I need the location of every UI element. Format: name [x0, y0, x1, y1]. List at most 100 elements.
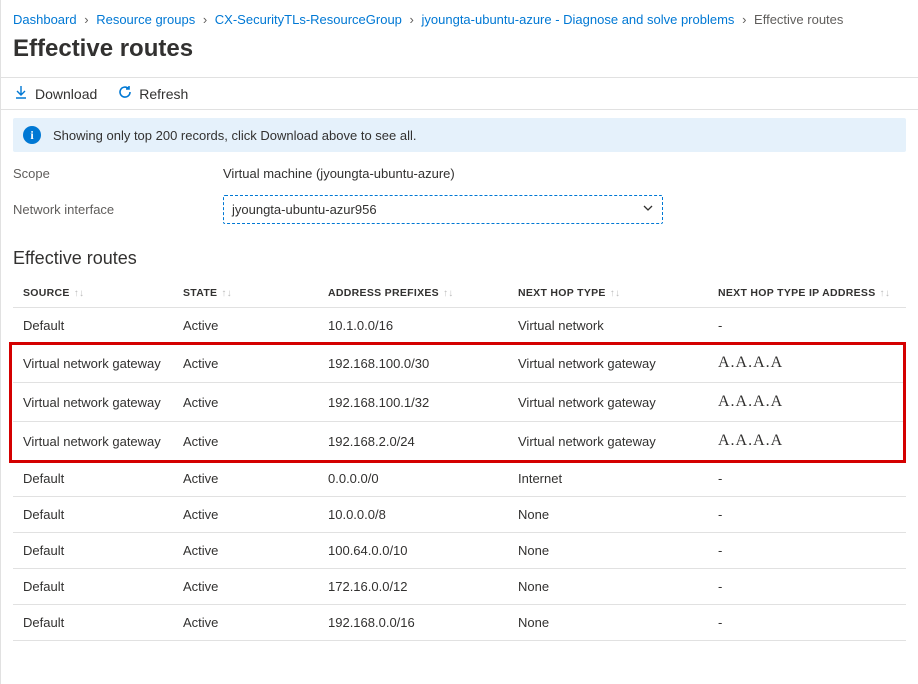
scope-label: Scope	[13, 166, 223, 181]
page-title: Effective routes	[13, 35, 906, 63]
chevron-right-icon: ›	[410, 12, 414, 27]
table-row[interactable]: DefaultActive10.0.0.0/8None-	[13, 497, 906, 533]
cell-state: Active	[173, 308, 318, 344]
sort-icon: ↑↓	[443, 288, 454, 299]
cell-nexthop: Virtual network	[508, 308, 708, 344]
refresh-label: Refresh	[139, 86, 188, 102]
download-label: Download	[35, 86, 97, 102]
cell-source: Default	[13, 533, 173, 569]
cell-state: Active	[173, 497, 318, 533]
cell-source: Default	[13, 308, 173, 344]
sort-icon: ↑↓	[880, 288, 891, 299]
cell-nhip: -	[708, 497, 906, 533]
breadcrumb-link[interactable]: Resource groups	[96, 12, 195, 27]
table-row[interactable]: Virtual network gatewayActive192.168.2.0…	[13, 422, 906, 461]
cell-prefix: 192.168.100.1/32	[318, 383, 508, 422]
info-bar: i Showing only top 200 records, click Do…	[13, 118, 906, 152]
col-source-header[interactable]: SOURCE ↑↓	[13, 279, 173, 308]
refresh-button[interactable]: Refresh	[117, 84, 188, 103]
cell-nexthop: Virtual network gateway	[508, 383, 708, 422]
col-nhip-label: NEXT HOP TYPE IP ADDRESS	[718, 287, 876, 299]
page-root: Dashboard › Resource groups › CX-Securit…	[0, 0, 918, 684]
cell-state: Active	[173, 533, 318, 569]
cell-prefix: 192.168.0.0/16	[318, 605, 508, 641]
cell-source: Virtual network gateway	[13, 344, 173, 383]
breadcrumb: Dashboard › Resource groups › CX-Securit…	[1, 8, 918, 33]
cell-prefix: 192.168.100.0/30	[318, 344, 508, 383]
col-state-header[interactable]: STATE ↑↓	[173, 279, 318, 308]
cell-source: Default	[13, 569, 173, 605]
cell-state: Active	[173, 461, 318, 497]
col-nhip-header[interactable]: NEXT HOP TYPE IP ADDRESS ↑↓	[708, 279, 906, 308]
cell-state: Active	[173, 383, 318, 422]
col-prefix-label: ADDRESS PREFIXES	[328, 287, 439, 299]
cell-nhip: -	[708, 605, 906, 641]
download-button[interactable]: Download	[13, 84, 97, 103]
cell-nhip: -	[708, 308, 906, 344]
breadcrumb-link[interactable]: CX-SecurityTLs-ResourceGroup	[215, 12, 402, 27]
cell-nexthop: None	[508, 533, 708, 569]
table-row[interactable]: DefaultActive0.0.0.0/0Internet-	[13, 461, 906, 497]
cell-nhip: -	[708, 533, 906, 569]
cell-prefix: 0.0.0.0/0	[318, 461, 508, 497]
table-row[interactable]: DefaultActive192.168.0.0/16None-	[13, 605, 906, 641]
cell-nexthop: Internet	[508, 461, 708, 497]
cell-state: Active	[173, 422, 318, 461]
sort-icon: ↑↓	[74, 288, 85, 299]
info-message: Showing only top 200 records, click Down…	[53, 128, 417, 143]
form-area: Scope Virtual machine (jyoungta-ubuntu-a…	[1, 166, 918, 242]
scope-row: Scope Virtual machine (jyoungta-ubuntu-a…	[13, 166, 906, 181]
cell-prefix: 10.0.0.0/8	[318, 497, 508, 533]
col-state-label: STATE	[183, 287, 217, 299]
cell-source: Virtual network gateway	[13, 422, 173, 461]
cell-prefix: 10.1.0.0/16	[318, 308, 508, 344]
chevron-right-icon: ›	[84, 12, 88, 27]
routes-table: SOURCE ↑↓ STATE ↑↓ ADDRESS PREFIXES ↑↓ NEXT…	[13, 279, 906, 641]
col-source-label: SOURCE	[23, 287, 70, 299]
section-title: Effective routes	[13, 248, 906, 269]
table-row[interactable]: Virtual network gatewayActive192.168.100…	[13, 344, 906, 383]
cell-nexthop: Virtual network gateway	[508, 344, 708, 383]
chevron-down-icon	[642, 202, 654, 217]
cell-nexthop: Virtual network gateway	[508, 422, 708, 461]
chevron-right-icon: ›	[203, 12, 207, 27]
cell-nhip: A.A.A.A	[708, 422, 906, 461]
cell-source: Default	[13, 461, 173, 497]
cell-nhip: -	[708, 569, 906, 605]
breadcrumb-current: Effective routes	[754, 12, 843, 27]
info-icon: i	[23, 126, 41, 144]
table-row[interactable]: DefaultActive10.1.0.0/16Virtual network-	[13, 308, 906, 344]
cell-source: Default	[13, 605, 173, 641]
nic-row: Network interface jyoungta-ubuntu-azur95…	[13, 195, 906, 224]
refresh-icon	[117, 84, 133, 103]
table-row[interactable]: Virtual network gatewayActive192.168.100…	[13, 383, 906, 422]
nic-label: Network interface	[13, 202, 223, 217]
cell-prefix: 172.16.0.0/12	[318, 569, 508, 605]
cell-nhip: A.A.A.A	[708, 344, 906, 383]
cell-prefix: 100.64.0.0/10	[318, 533, 508, 569]
table-row[interactable]: DefaultActive100.64.0.0/10None-	[13, 533, 906, 569]
breadcrumb-link[interactable]: Dashboard	[13, 12, 77, 27]
col-prefix-header[interactable]: ADDRESS PREFIXES ↑↓	[318, 279, 508, 308]
cell-state: Active	[173, 344, 318, 383]
cell-nexthop: None	[508, 569, 708, 605]
cell-state: Active	[173, 569, 318, 605]
breadcrumb-link[interactable]: jyoungta-ubuntu-azure - Diagnose and sol…	[422, 12, 735, 27]
cell-nhip: A.A.A.A	[708, 383, 906, 422]
table-header-row: SOURCE ↑↓ STATE ↑↓ ADDRESS PREFIXES ↑↓ NEXT…	[13, 279, 906, 308]
table-row[interactable]: DefaultActive172.16.0.0/12None-	[13, 569, 906, 605]
download-icon	[13, 84, 29, 103]
cell-nexthop: None	[508, 605, 708, 641]
sort-icon: ↑↓	[610, 288, 621, 299]
nic-select-value: jyoungta-ubuntu-azur956	[232, 202, 377, 217]
sort-icon: ↑↓	[221, 288, 232, 299]
cell-nhip: -	[708, 461, 906, 497]
cell-source: Virtual network gateway	[13, 383, 173, 422]
scope-value: Virtual machine (jyoungta-ubuntu-azure)	[223, 166, 455, 181]
cell-source: Default	[13, 497, 173, 533]
nic-select[interactable]: jyoungta-ubuntu-azur956	[223, 195, 663, 224]
col-nexthop-header[interactable]: NEXT HOP TYPE ↑↓	[508, 279, 708, 308]
col-nexthop-label: NEXT HOP TYPE	[518, 287, 606, 299]
chevron-right-icon: ›	[742, 12, 746, 27]
toolbar: Download Refresh	[1, 77, 918, 110]
